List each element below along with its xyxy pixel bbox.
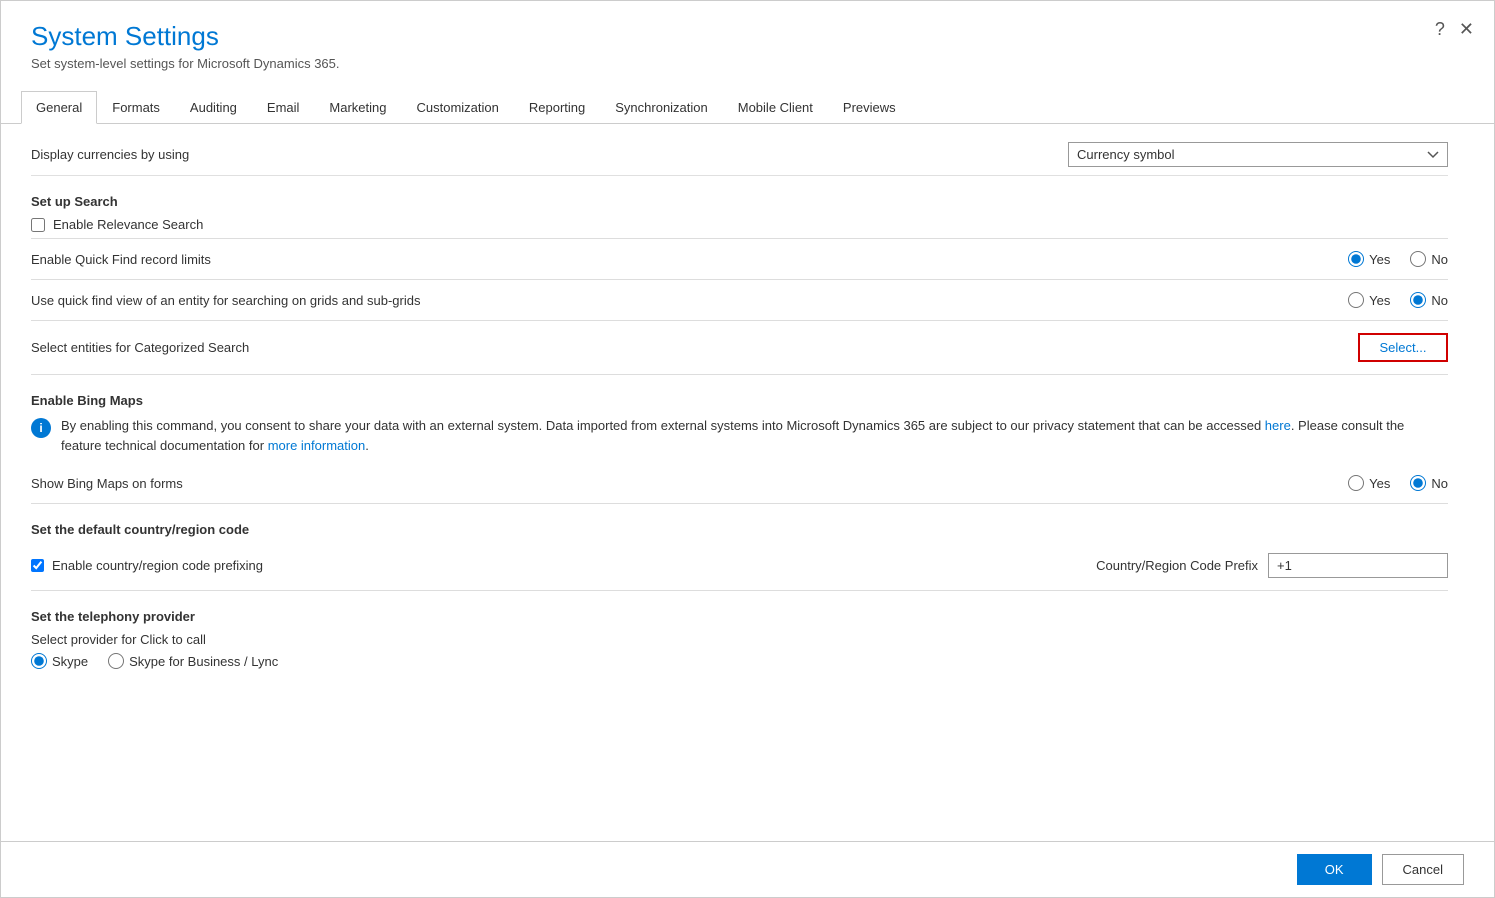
show-bing-maps-radio-group: Yes No — [1348, 475, 1448, 491]
tab-general[interactable]: General — [21, 91, 97, 124]
currencies-row: Display currencies by using Currency sym… — [31, 134, 1448, 176]
quick-find-yes-option: Yes — [1348, 251, 1390, 267]
telephony-skype-label: Skype — [52, 654, 88, 669]
display-currencies-label: Display currencies by using — [31, 147, 189, 162]
bing-maps-heading: Enable Bing Maps — [31, 393, 1464, 408]
bing-maps-no-option: No — [1410, 475, 1448, 491]
tab-previews[interactable]: Previews — [828, 91, 911, 124]
relevance-search-row: Enable Relevance Search — [31, 217, 1464, 232]
dialog-footer: OK Cancel — [1, 841, 1494, 897]
telephony-lync-label: Skype for Business / Lync — [129, 654, 278, 669]
telephony-provider-label: Select provider for Click to call — [31, 632, 1464, 647]
country-prefix-label: Country/Region Code Prefix — [1096, 558, 1258, 573]
country-prefix-input[interactable] — [1268, 553, 1448, 578]
relevance-search-label: Enable Relevance Search — [53, 217, 203, 232]
close-icon[interactable]: ✕ — [1459, 19, 1474, 40]
currency-select[interactable]: Currency symbol Currency code — [1068, 142, 1448, 167]
bing-maps-no-radio[interactable] — [1410, 475, 1426, 491]
country-row: Enable country/region code prefixing Cou… — [31, 545, 1448, 586]
show-bing-maps-row: Show Bing Maps on forms Yes No — [31, 467, 1448, 499]
tab-reporting[interactable]: Reporting — [514, 91, 600, 124]
country-prefix-group: Country/Region Code Prefix — [1096, 553, 1448, 578]
telephony-skype-radio[interactable] — [31, 653, 47, 669]
divider-4 — [31, 374, 1448, 375]
system-settings-dialog: System Settings Set system-level setting… — [0, 0, 1495, 898]
quick-find-label: Enable Quick Find record limits — [31, 252, 211, 267]
dialog-subtitle: Set system-level settings for Microsoft … — [31, 56, 1464, 71]
dialog-controls: ? ✕ — [1435, 19, 1474, 40]
bing-maps-info-text: By enabling this command, you consent to… — [61, 416, 1448, 455]
divider-3 — [31, 320, 1448, 321]
use-quick-find-no-radio[interactable] — [1410, 292, 1426, 308]
tab-mobile-client[interactable]: Mobile Client — [723, 91, 828, 124]
country-label-group: Enable country/region code prefixing — [31, 558, 263, 573]
content-scrollable[interactable]: Display currencies by using Currency sym… — [1, 124, 1494, 841]
categorized-search-label: Select entities for Categorized Search — [31, 340, 249, 355]
quick-find-yes-radio[interactable] — [1348, 251, 1364, 267]
divider-6 — [31, 590, 1448, 591]
bing-maps-info-box: i By enabling this command, you consent … — [31, 416, 1448, 455]
use-quick-find-yes-label: Yes — [1369, 293, 1390, 308]
ok-button[interactable]: OK — [1297, 854, 1372, 885]
divider-2 — [31, 279, 1448, 280]
quick-find-radio-group: Yes No — [1348, 251, 1448, 267]
tabs-bar: General Formats Auditing Email Marketing… — [1, 91, 1494, 124]
quick-find-row: Enable Quick Find record limits Yes No — [31, 243, 1448, 275]
default-country-heading: Set the default country/region code — [31, 522, 1464, 537]
bing-maps-no-label: No — [1431, 476, 1448, 491]
tab-marketing[interactable]: Marketing — [314, 91, 401, 124]
tab-formats[interactable]: Formats — [97, 91, 175, 124]
select-entities-button[interactable]: Select... — [1358, 333, 1448, 362]
divider-5 — [31, 503, 1448, 504]
bing-maps-yes-label: Yes — [1369, 476, 1390, 491]
setup-search-heading: Set up Search — [31, 194, 1464, 209]
telephony-heading: Set the telephony provider — [31, 609, 1464, 624]
dialog-header: System Settings Set system-level setting… — [1, 1, 1494, 81]
bing-maps-here-link[interactable]: here — [1265, 418, 1291, 433]
quick-find-yes-label: Yes — [1369, 252, 1390, 267]
telephony-lync-option: Skype for Business / Lync — [108, 653, 278, 669]
relevance-search-checkbox[interactable] — [31, 218, 45, 232]
tab-customization[interactable]: Customization — [402, 91, 514, 124]
use-quick-find-yes-option: Yes — [1348, 292, 1390, 308]
use-quick-find-yes-radio[interactable] — [1348, 292, 1364, 308]
enable-country-label: Enable country/region code prefixing — [52, 558, 263, 573]
use-quick-find-label: Use quick find view of an entity for sea… — [31, 293, 420, 308]
cancel-button[interactable]: Cancel — [1382, 854, 1464, 885]
quick-find-no-option: No — [1410, 251, 1448, 267]
show-bing-maps-label: Show Bing Maps on forms — [31, 476, 183, 491]
use-quick-find-radio-group: Yes No — [1348, 292, 1448, 308]
content-scroll-wrapper: Display currencies by using Currency sym… — [1, 124, 1494, 841]
tab-synchronization[interactable]: Synchronization — [600, 91, 723, 124]
use-quick-find-row: Use quick find view of an entity for sea… — [31, 284, 1448, 316]
bing-maps-yes-option: Yes — [1348, 475, 1390, 491]
use-quick-find-no-option: No — [1410, 292, 1448, 308]
telephony-radio-group: Skype Skype for Business / Lync — [31, 653, 1464, 669]
divider-1 — [31, 238, 1448, 239]
quick-find-no-label: No — [1431, 252, 1448, 267]
info-icon: i — [31, 418, 51, 438]
categorized-search-row: Select entities for Categorized Search S… — [31, 325, 1448, 370]
tab-email[interactable]: Email — [252, 91, 315, 124]
telephony-skype-option: Skype — [31, 653, 88, 669]
help-icon[interactable]: ? — [1435, 19, 1445, 40]
dialog-title: System Settings — [31, 21, 1464, 52]
tab-auditing[interactable]: Auditing — [175, 91, 252, 124]
bing-maps-more-info-link[interactable]: more information — [268, 438, 366, 453]
quick-find-no-radio[interactable] — [1410, 251, 1426, 267]
enable-country-checkbox[interactable] — [31, 559, 44, 572]
bing-maps-yes-radio[interactable] — [1348, 475, 1364, 491]
use-quick-find-no-label: No — [1431, 293, 1448, 308]
telephony-lync-radio[interactable] — [108, 653, 124, 669]
